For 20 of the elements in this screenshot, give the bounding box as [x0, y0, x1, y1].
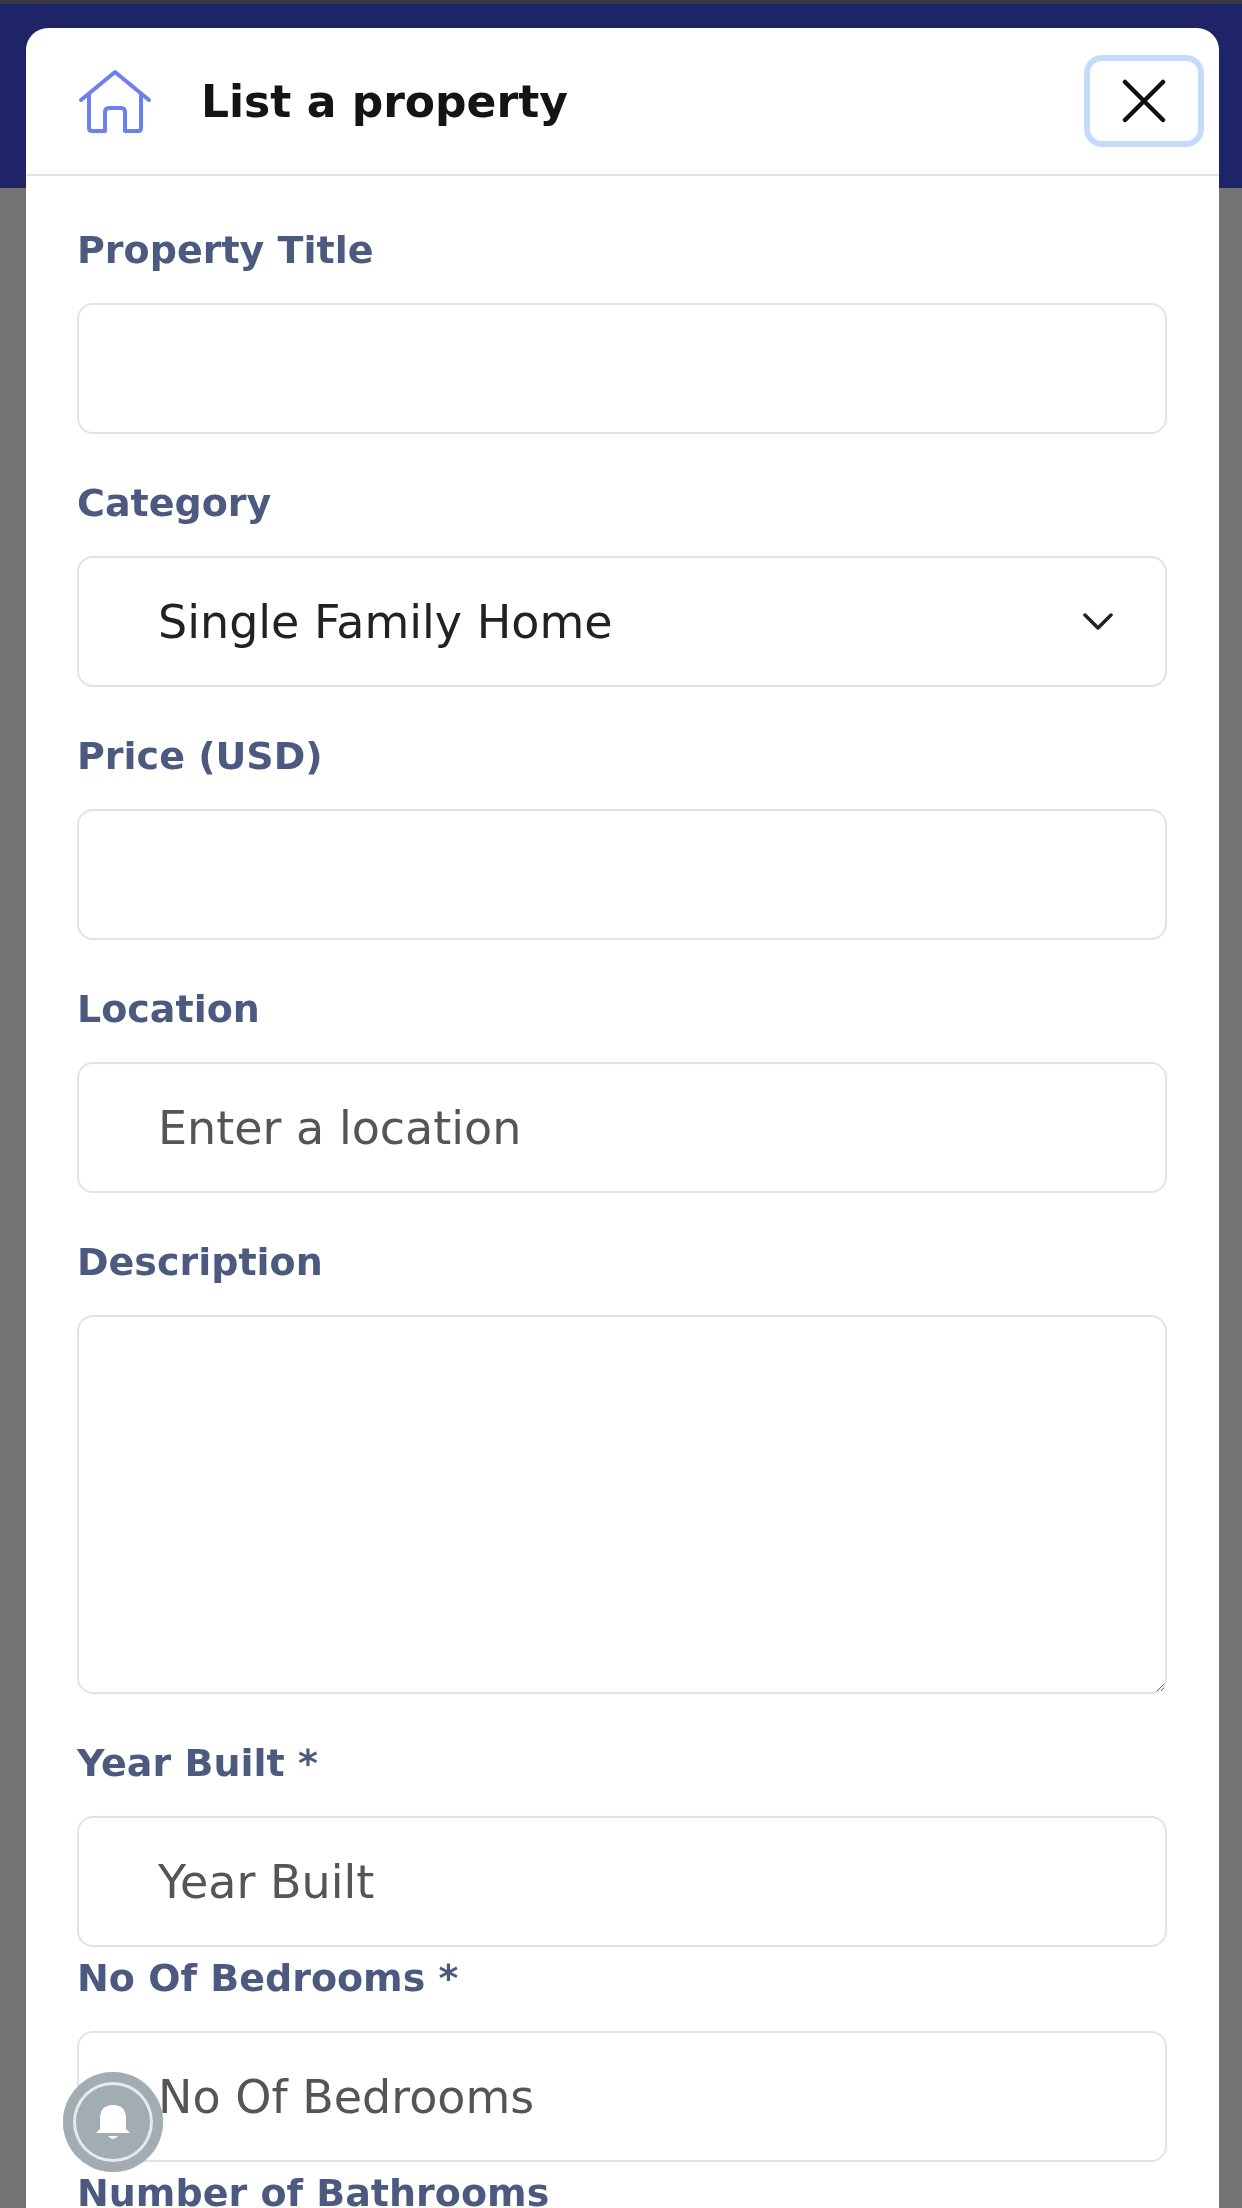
- field-label: Description: [77, 1240, 324, 1284]
- field-label: Price (USD): [77, 734, 324, 778]
- house-icon: [77, 68, 153, 134]
- input-field[interactable]: Year Built: [77, 1816, 1167, 1947]
- input-field[interactable]: Enter a location: [77, 1062, 1167, 1193]
- field-label: Year Built *: [77, 1741, 319, 1785]
- input-field[interactable]: [77, 809, 1167, 940]
- select-field[interactable]: Single Family Home: [77, 556, 1167, 687]
- close-button[interactable]: [1084, 55, 1204, 147]
- field-label: No Of Bedrooms *: [77, 1956, 460, 2000]
- input-field[interactable]: No Of Bedrooms: [77, 2031, 1167, 2162]
- field-label: Property Title: [77, 228, 375, 272]
- field-label: Category: [77, 481, 273, 525]
- field-label: Location: [77, 987, 261, 1031]
- field-label: Number of Bathrooms: [77, 2171, 551, 2208]
- modal-title: List a property: [201, 75, 568, 127]
- textarea-field[interactable]: [77, 1315, 1167, 1694]
- chevron-down-icon: [1083, 612, 1113, 631]
- close-icon: [1122, 79, 1166, 123]
- input-field[interactable]: [77, 303, 1167, 434]
